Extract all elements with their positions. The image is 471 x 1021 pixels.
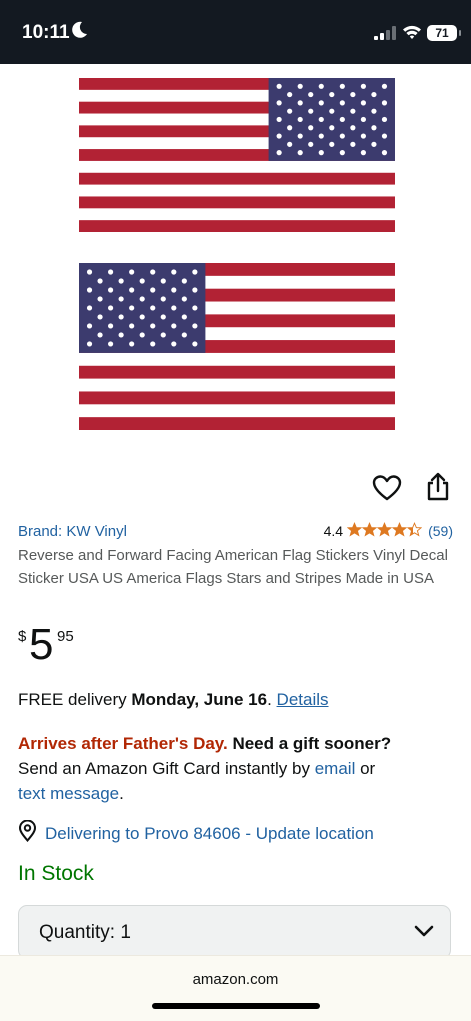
status-bar: 10:11 71 [0,0,471,64]
price-fraction: 95 [57,628,74,645]
text-message-link[interactable]: text message [18,784,119,803]
arrival-warning: Arrives after Father's Day. [18,734,228,753]
gift-end: . [119,784,124,803]
gift-question: Need a gift sooner? [227,734,392,753]
quantity-label: Quantity: 1 [39,922,131,943]
rating-summary[interactable]: 4.4 (59) [324,522,453,540]
home-indicator[interactable] [152,1003,320,1009]
star-icon [376,522,393,540]
delivery-suffix: . [267,690,277,709]
delivery-date: Monday, June 16 [131,690,268,709]
status-time: 10:11 [22,22,70,43]
chevron-down-icon [414,924,434,943]
gift-message: Arrives after Father's Day. Need a gift … [18,731,458,806]
star-rating [346,522,423,540]
product-image[interactable] [0,64,471,464]
location-pin-icon [18,819,37,847]
location-link[interactable]: Delivering to Provo 84606 - Update locat… [45,824,374,844]
heart-icon[interactable] [372,474,402,507]
star-icon [391,522,408,540]
gift-or: or [355,759,376,778]
star-icon [346,522,363,540]
rating-value: 4.4 [323,523,344,539]
price-whole: 5 [29,620,54,669]
delivery-prefix: FREE delivery [18,690,132,709]
star-icon [406,522,423,540]
brand-link[interactable]: Brand: KW Vinyl [18,523,127,540]
details-link[interactable]: Details [277,690,329,709]
star-icon [361,522,378,540]
signal-icon [374,26,396,45]
url-label[interactable]: amazon.com [0,971,471,988]
price-symbol: $ [18,628,27,645]
battery-tip [459,30,461,36]
quantity-dropdown[interactable]: Quantity: 1 [18,905,451,959]
flag-image-forward [79,263,395,430]
email-link[interactable]: email [315,759,356,778]
product-title: Reverse and Forward Facing American Flag… [18,547,448,587]
quantity-value: 1 [120,922,131,943]
battery-indicator: 71 [427,25,457,41]
moon-icon [72,21,88,44]
browser-bar: amazon.com [0,955,471,1021]
review-count[interactable]: (59) [428,523,453,539]
wifi-icon [402,24,422,45]
delivery-location[interactable]: Delivering to Provo 84606 - Update locat… [18,819,374,847]
flag-image-reversed [79,78,395,232]
share-icon[interactable] [424,472,452,507]
delivery-info: FREE delivery Monday, June 16. Details [18,690,329,710]
gift-line: Send an Amazon Gift Card instantly by [18,759,315,778]
stock-status: In Stock [18,862,94,885]
